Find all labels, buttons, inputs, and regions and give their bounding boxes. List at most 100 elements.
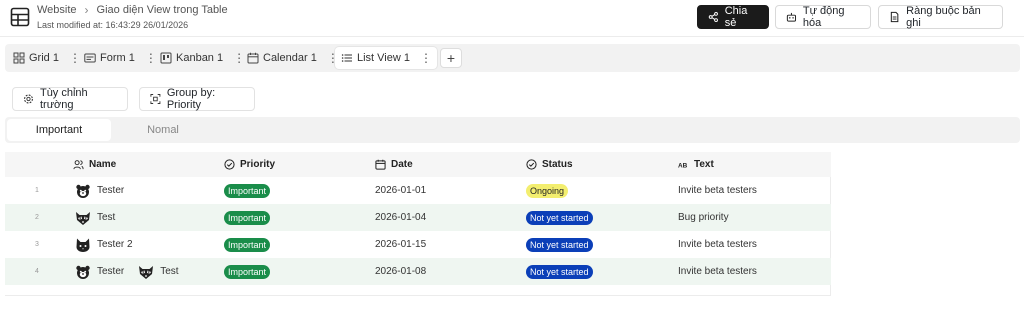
user-name: Test bbox=[97, 212, 116, 223]
raccoon-avatar-icon bbox=[139, 265, 154, 279]
kebab-menu-icon[interactable]: ⋮ bbox=[145, 51, 157, 65]
bear-avatar-icon bbox=[76, 184, 90, 198]
breadcrumb-current: Giao diện View trong Table bbox=[96, 4, 228, 16]
priority-cell[interactable]: Important bbox=[224, 258, 271, 285]
share-button[interactable]: Chia sẻ bbox=[697, 5, 769, 29]
text-cell[interactable]: Invite beta testers bbox=[678, 258, 757, 285]
priority-cell[interactable]: Important bbox=[224, 177, 271, 204]
tab-form-1[interactable]: Form 1 ⋮ bbox=[84, 47, 157, 69]
last-modified-text: Last modified at: 16:43:29 26/01/2026 bbox=[37, 20, 189, 30]
table-icon bbox=[10, 7, 30, 27]
tab-label: List View 1 bbox=[357, 52, 410, 64]
kebab-menu-icon[interactable]: ⋮ bbox=[420, 51, 432, 65]
status-badge: Ongoing bbox=[526, 183, 569, 198]
group-icon bbox=[150, 94, 161, 104]
column-label: Status bbox=[542, 159, 573, 170]
customize-fields-button[interactable]: Tùy chỉnh trường bbox=[12, 87, 128, 111]
text-cell[interactable]: Bug priority bbox=[678, 204, 729, 231]
user-chip: Tester bbox=[75, 264, 124, 280]
row-number: 1 bbox=[35, 187, 39, 194]
status-cell[interactable]: Ongoing bbox=[526, 177, 569, 204]
header-divider bbox=[0, 36, 1024, 37]
tab-list-view-1[interactable]: List View 1 ⋮ bbox=[335, 47, 437, 69]
text-cell[interactable]: Invite beta testers bbox=[678, 231, 757, 258]
column-header-name[interactable]: Name bbox=[73, 159, 116, 170]
date-cell[interactable]: 2026-01-04 bbox=[375, 204, 426, 231]
kebab-menu-icon[interactable]: ⋮ bbox=[233, 51, 245, 65]
record-constraint-button[interactable]: Ràng buộc bản ghi bbox=[878, 5, 1003, 29]
priority-cell[interactable]: Important bbox=[224, 204, 271, 231]
form-icon bbox=[84, 53, 96, 63]
priority-cell[interactable]: Important bbox=[224, 231, 271, 258]
row-number: 4 bbox=[35, 268, 39, 275]
grid-icon bbox=[13, 52, 25, 64]
kebab-menu-icon[interactable]: ⋮ bbox=[69, 51, 81, 65]
group-by-button[interactable]: Group by: Priority bbox=[139, 87, 255, 111]
list-table: Name Priority Date Status AB Text 1 Test… bbox=[5, 152, 831, 296]
user-chip: Tester bbox=[75, 183, 124, 199]
group-tab-important[interactable]: Important bbox=[7, 119, 111, 141]
priority-badge: Important bbox=[224, 183, 271, 198]
status-badge: Not yet started bbox=[526, 210, 593, 225]
column-header-date[interactable]: Date bbox=[375, 159, 413, 170]
column-label: Priority bbox=[240, 159, 276, 170]
tab-calendar-1[interactable]: Calendar 1 ⋮ bbox=[247, 47, 339, 69]
add-view-button[interactable]: + bbox=[440, 48, 462, 68]
user-name: Test bbox=[160, 266, 179, 277]
table-header: Name Priority Date Status AB Text bbox=[5, 152, 831, 177]
tab-grid-1[interactable]: Grid 1 ⋮ bbox=[13, 47, 81, 69]
breadcrumb-separator: › bbox=[84, 3, 89, 17]
text-cell[interactable]: Invite beta testers bbox=[678, 177, 757, 204]
breadcrumb: Website › Giao diện View trong Table bbox=[37, 3, 228, 17]
date-cell[interactable]: 2026-01-08 bbox=[375, 258, 426, 285]
robot-icon bbox=[786, 12, 797, 22]
share-label: Chia sẻ bbox=[724, 5, 748, 29]
name-cell[interactable]: Tester bbox=[75, 177, 138, 204]
user-name: Tester bbox=[97, 185, 125, 196]
column-header-status[interactable]: Status bbox=[526, 159, 573, 170]
record-constraint-label: Ràng buộc bản ghi bbox=[906, 5, 981, 29]
priority-badge: Important bbox=[224, 264, 271, 279]
table-row[interactable]: 2 Test Important 2026-01-04 Not yet star… bbox=[5, 204, 831, 231]
gear-icon bbox=[24, 94, 33, 104]
circle-check-icon bbox=[526, 159, 537, 170]
tab-label: Kanban 1 bbox=[176, 52, 224, 64]
group-tab-nomal[interactable]: Nomal bbox=[111, 119, 215, 141]
kanban-icon bbox=[160, 52, 172, 64]
date-cell[interactable]: 2026-01-01 bbox=[375, 177, 426, 204]
raccoon-avatar-icon bbox=[76, 211, 90, 225]
text-type-icon: AB bbox=[678, 162, 688, 169]
priority-badge: Important bbox=[224, 237, 271, 252]
name-cell[interactable]: Tester 2 bbox=[75, 231, 147, 258]
row-number: 2 bbox=[35, 214, 39, 221]
users-icon bbox=[73, 160, 84, 170]
table-row[interactable]: 4 Tester Test Important 2026-01-08 Not y… bbox=[5, 258, 831, 285]
status-badge: Not yet started bbox=[526, 237, 593, 252]
date-cell[interactable]: 2026-01-15 bbox=[375, 231, 426, 258]
svg-text:AB: AB bbox=[678, 162, 688, 169]
name-cell[interactable]: Test bbox=[75, 204, 129, 231]
column-label: Date bbox=[391, 159, 413, 170]
tab-kanban-1[interactable]: Kanban 1 ⋮ bbox=[160, 47, 245, 69]
name-cell[interactable]: Tester Test bbox=[75, 258, 193, 285]
column-label: Text bbox=[694, 159, 714, 170]
row-number: 3 bbox=[35, 241, 39, 248]
status-cell[interactable]: Not yet started bbox=[526, 204, 593, 231]
automation-button[interactable]: Tự động hóa bbox=[775, 5, 871, 29]
user-chip: Tester 2 bbox=[75, 237, 133, 253]
table-row[interactable]: 1 Tester Important 2026-01-01 Ongoing In… bbox=[5, 177, 831, 204]
status-badge: Not yet started bbox=[526, 264, 593, 279]
document-icon bbox=[890, 11, 899, 23]
view-tab-bar: Grid 1 ⋮ Form 1 ⋮ Kanban 1 ⋮ Calendar 1 … bbox=[5, 44, 1020, 72]
priority-badge: Important bbox=[224, 210, 271, 225]
column-header-text[interactable]: AB Text bbox=[678, 159, 714, 170]
breadcrumb-root[interactable]: Website bbox=[37, 4, 77, 16]
table-row[interactable]: 3 Tester 2 Important 2026-01-15 Not yet … bbox=[5, 231, 831, 258]
tab-label: Grid 1 bbox=[29, 52, 59, 64]
status-cell[interactable]: Not yet started bbox=[526, 258, 593, 285]
automation-label: Tự động hóa bbox=[802, 5, 845, 29]
status-cell[interactable]: Not yet started bbox=[526, 231, 593, 258]
group-by-label: Group by: Priority bbox=[166, 87, 216, 111]
share-icon bbox=[708, 11, 718, 23]
column-header-priority[interactable]: Priority bbox=[224, 159, 275, 170]
